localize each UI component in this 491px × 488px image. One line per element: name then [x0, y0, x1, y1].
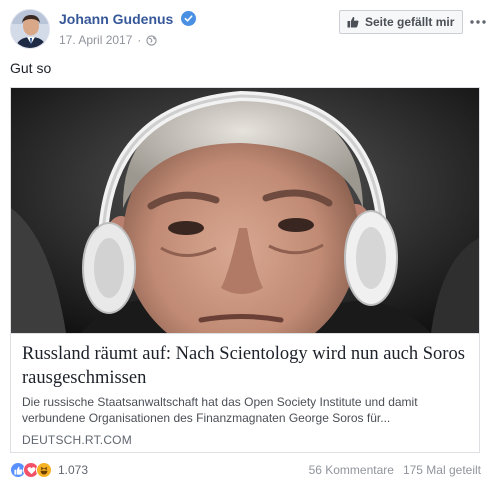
- link-domain: DEUTSCH.RT.COM: [22, 433, 132, 447]
- comments-count[interactable]: 56 Kommentare: [309, 463, 394, 477]
- facebook-post: Johann Gudenus 17. April 2017 · Seite ge…: [0, 0, 491, 488]
- like-page-button[interactable]: Seite gefällt mir: [339, 10, 464, 34]
- link-preview-image[interactable]: [11, 88, 479, 333]
- thumbs-up-icon: [347, 16, 359, 28]
- like-page-label: Seite gefällt mir: [365, 15, 455, 29]
- link-preview-body[interactable]: Russland räumt auf: Nach Scientology wir…: [11, 333, 479, 452]
- link-description: Die russische Staatsanwaltschaft hat das…: [22, 395, 418, 425]
- engagement-stats: 56 Kommentare 175 Mal geteilt: [309, 463, 481, 477]
- reaction-count[interactable]: 1.073: [58, 463, 88, 477]
- meta-separator: ·: [137, 33, 142, 47]
- post-meta: 17. April 2017 ·: [59, 33, 158, 47]
- link-title[interactable]: Russland räumt auf: Nach Scientology wir…: [22, 342, 472, 390]
- author-name[interactable]: Johann Gudenus: [59, 11, 173, 27]
- post-text: Gut so: [10, 60, 52, 76]
- post-header: Johann Gudenus 17. April 2017 · Seite ge…: [10, 8, 486, 52]
- shares-count[interactable]: 175 Mal geteilt: [403, 463, 481, 477]
- avatar[interactable]: [10, 9, 50, 49]
- globe-icon[interactable]: [146, 34, 158, 46]
- verified-badge-icon: [181, 11, 196, 26]
- more-options-icon[interactable]: [468, 12, 488, 32]
- post-date[interactable]: 17. April 2017: [59, 33, 132, 47]
- reactions-summary[interactable]: 1.073: [10, 460, 88, 480]
- post-footer: 1.073 56 Kommentare 175 Mal geteilt: [10, 460, 481, 482]
- haha-reaction-icon: [36, 462, 52, 478]
- link-preview-card[interactable]: Russland räumt auf: Nach Scientology wir…: [10, 87, 480, 453]
